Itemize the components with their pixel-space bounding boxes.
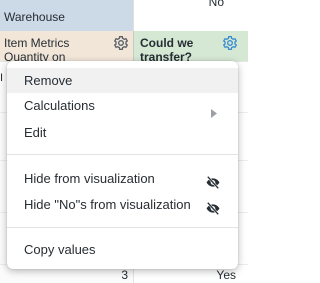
menu-item-calculations[interactable]: Calculations bbox=[7, 93, 238, 118]
item-metrics-header-label: Item Metrics Quantity on bbox=[4, 36, 70, 61]
gear-icon[interactable] bbox=[113, 35, 129, 54]
table-cell-number: 3 bbox=[121, 268, 128, 282]
menu-item-hide-from-visualization[interactable]: Hide from visualization bbox=[7, 166, 238, 191]
menu-item-label: Copy values bbox=[24, 242, 96, 257]
column-context-menu: Remove Calculations Edit Hide from visua… bbox=[7, 61, 238, 269]
menu-item-label: Edit bbox=[24, 125, 47, 140]
menu-item-label: Hide from visualization bbox=[24, 171, 155, 186]
menu-item-label: Hide "No"s from visualization bbox=[24, 197, 191, 212]
menu-item-label: Remove bbox=[24, 73, 73, 88]
menu-separator bbox=[7, 154, 238, 155]
table-cell-value: Yes bbox=[216, 268, 236, 282]
menu-separator bbox=[7, 227, 238, 228]
item-metrics-column-header[interactable]: Item Metrics Quantity on bbox=[0, 31, 133, 61]
menu-item-hide-nos[interactable]: Hide "No"s from visualization bbox=[7, 192, 238, 217]
no-header-label: No bbox=[208, 0, 224, 9]
menu-item-remove[interactable]: Remove bbox=[7, 68, 238, 93]
menu-item-edit[interactable]: Edit bbox=[7, 120, 238, 145]
table-cell: I bbox=[0, 72, 4, 84]
menu-item-copy-values[interactable]: Copy values bbox=[7, 237, 238, 262]
menu-item-label: Calculations bbox=[24, 98, 95, 113]
eye-off-icon bbox=[206, 198, 220, 223]
no-column-header[interactable]: No bbox=[133, 0, 248, 31]
gear-icon[interactable] bbox=[222, 35, 238, 54]
could-we-transfer-header-label: Could we transfer? bbox=[140, 36, 194, 61]
could-we-transfer-column-header[interactable]: Could we transfer? bbox=[133, 31, 248, 61]
warehouse-column-header[interactable]: Warehouse bbox=[0, 0, 133, 31]
warehouse-header-label: Warehouse bbox=[4, 10, 65, 24]
